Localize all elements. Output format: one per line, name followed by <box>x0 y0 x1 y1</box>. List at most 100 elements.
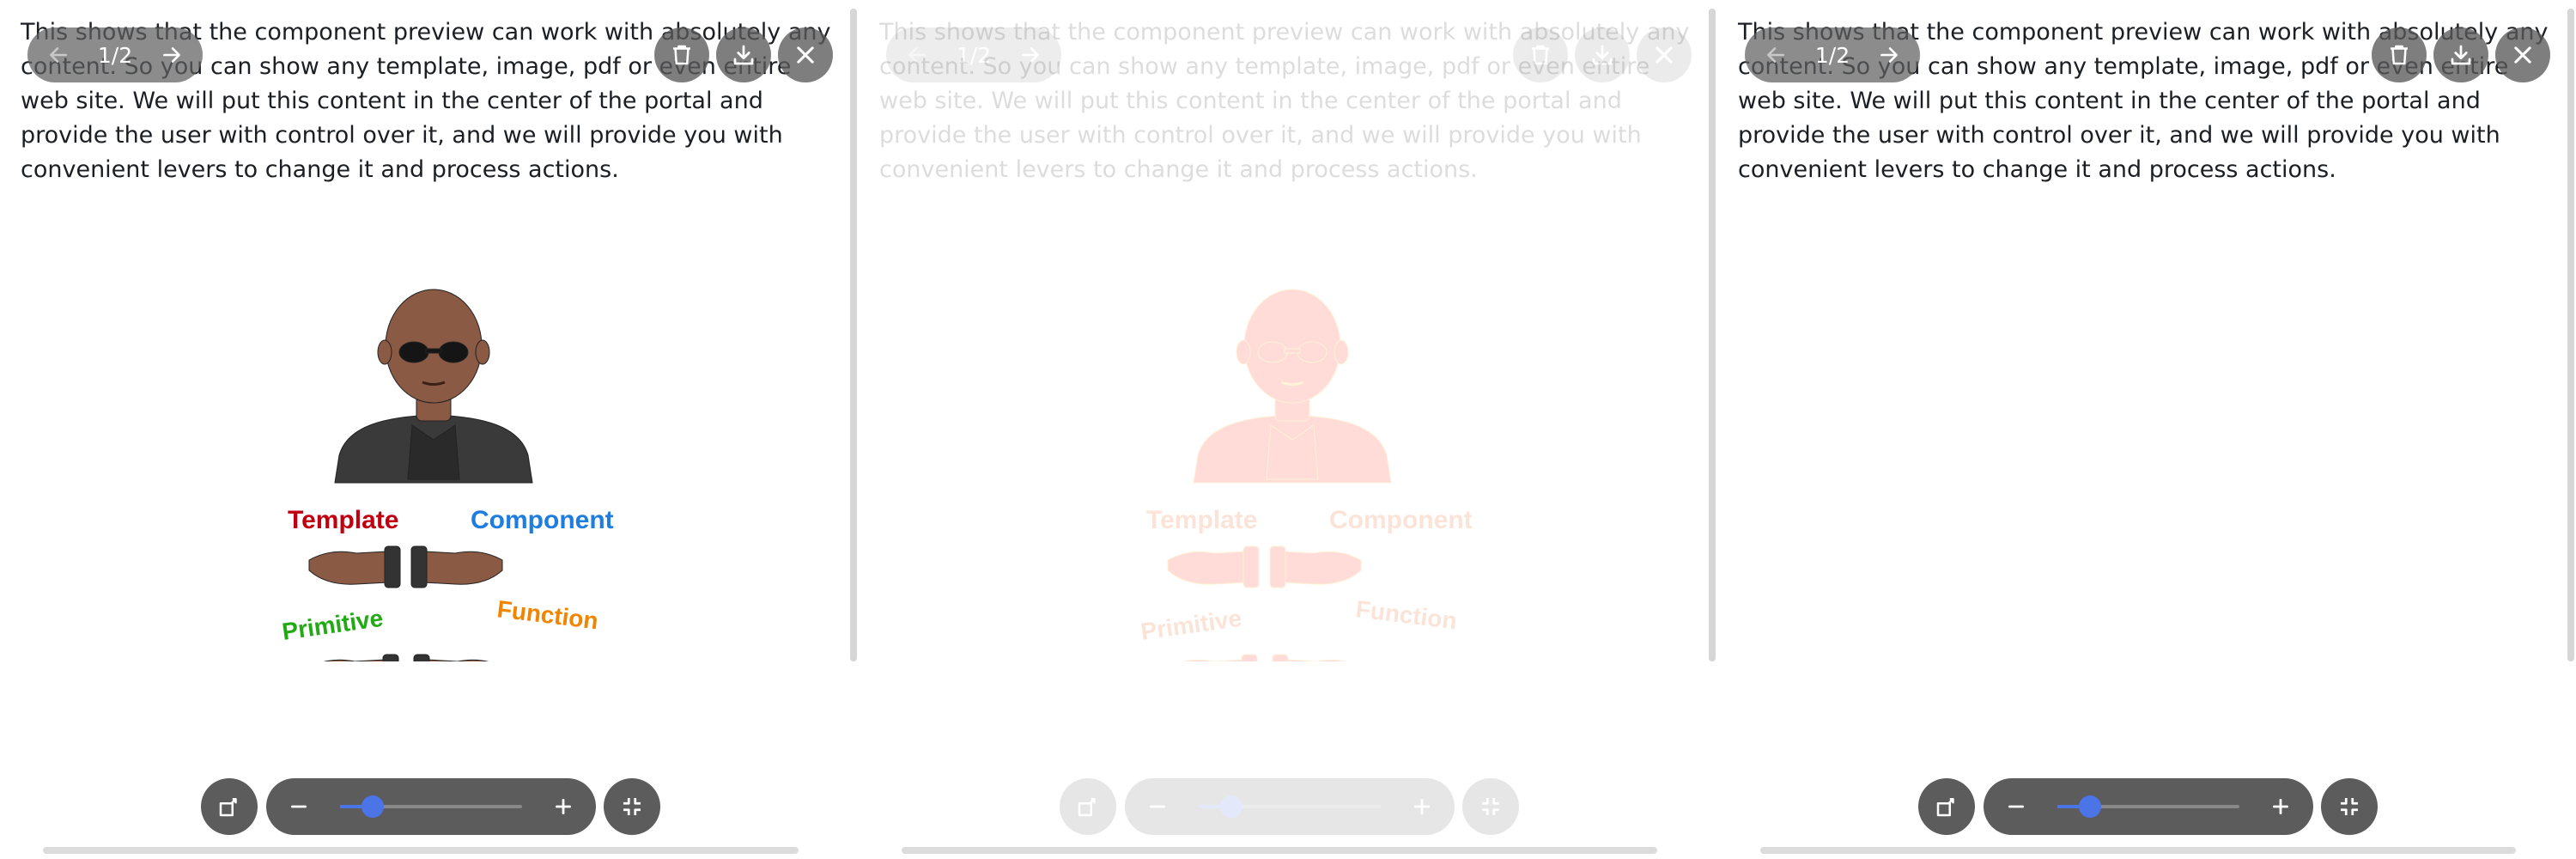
zoom-in-button[interactable] <box>543 786 584 827</box>
page-indicator: 1/2 <box>1814 42 1850 68</box>
trash-icon <box>1532 45 1549 65</box>
minus-icon <box>291 805 307 808</box>
arrow-left-icon[interactable] <box>896 34 938 76</box>
close-button[interactable] <box>778 27 833 82</box>
close-icon <box>2514 46 2531 64</box>
close-icon <box>1656 46 1673 64</box>
rotate-icon <box>1936 798 1954 817</box>
hand-template <box>1167 545 1260 588</box>
download-button[interactable] <box>716 27 771 82</box>
zoom-slider[interactable] <box>2057 795 2239 818</box>
rotate-button[interactable] <box>1060 778 1116 835</box>
label-function: Function <box>1354 595 1458 634</box>
hand-template <box>308 545 401 588</box>
plus-icon <box>556 799 571 814</box>
rotate-button[interactable] <box>1918 778 1975 835</box>
pagination: 1/2 <box>886 27 1061 82</box>
preview-content: This shows that the component preview ca… <box>0 0 848 697</box>
rotate-icon <box>219 798 237 817</box>
zoom-out-button[interactable] <box>1996 786 2037 827</box>
zoom-in-button[interactable] <box>2260 786 2301 827</box>
trash-icon <box>2391 45 2408 65</box>
close-icon <box>797 46 814 64</box>
hand-component <box>410 545 503 588</box>
trash-icon <box>673 45 690 65</box>
hand-function <box>413 654 506 697</box>
rotate-icon <box>1078 798 1096 817</box>
rotate-button[interactable] <box>201 778 258 835</box>
pagination: 1/2 <box>1745 27 1920 82</box>
page-indicator: 1/2 <box>956 42 992 68</box>
download-icon <box>733 45 754 65</box>
label-primitive: Primitive <box>281 605 385 645</box>
preview-panel-empty: This shows that the component preview ca… <box>1717 0 2574 859</box>
fullscreen-button[interactable] <box>1462 778 1519 835</box>
label-function: Function <box>495 595 599 634</box>
preview-content: This shows that the component preview ca… <box>859 0 1707 697</box>
page-indicator: 1/2 <box>97 42 133 68</box>
zoom-control <box>266 778 596 835</box>
label-component: Component <box>1329 506 1473 534</box>
preview-header: 1/2 <box>27 27 836 82</box>
zoom-slider-thumb[interactable] <box>361 795 385 818</box>
delete-button[interactable] <box>1513 27 1568 82</box>
person-illustration <box>1193 289 1392 484</box>
zoom-slider-thumb[interactable] <box>2079 795 2102 818</box>
horizontal-scrollbar[interactable] <box>1760 847 2516 854</box>
pagination: 1/2 <box>27 27 203 82</box>
horizontal-scrollbar[interactable] <box>902 847 1657 854</box>
zoom-control <box>1984 778 2313 835</box>
close-button[interactable] <box>1637 27 1692 82</box>
collapse-icon <box>623 798 641 815</box>
zoom-slider-thumb[interactable] <box>1220 795 1243 818</box>
vertical-scrollbar[interactable] <box>2567 9 2574 661</box>
plus-icon <box>1414 799 1430 814</box>
collapse-icon <box>2341 798 2358 815</box>
label-component: Component <box>471 506 614 534</box>
preview-footer <box>859 778 1716 837</box>
vertical-scrollbar[interactable] <box>1709 9 1716 661</box>
download-icon <box>1592 45 1613 65</box>
plus-icon <box>2273 799 2288 814</box>
preview-header: 1/2 <box>1745 27 2554 82</box>
collapse-icon <box>1482 798 1499 815</box>
fullscreen-button[interactable] <box>604 778 660 835</box>
arrow-right-icon[interactable] <box>1010 34 1051 76</box>
download-button[interactable] <box>2433 27 2488 82</box>
hand-component <box>1269 545 1362 588</box>
minus-icon <box>1150 805 1165 808</box>
preview-footer <box>0 778 857 837</box>
delete-button[interactable] <box>2372 27 2427 82</box>
label-template: Template <box>1146 506 1257 534</box>
arrow-left-icon[interactable] <box>38 34 79 76</box>
preview-panel-loading: This shows that the component preview ca… <box>859 0 1716 859</box>
horizontal-scrollbar[interactable] <box>43 847 799 854</box>
label-primitive: Primitive <box>1139 605 1243 645</box>
download-icon <box>2451 45 2471 65</box>
zoom-slider[interactable] <box>1199 795 1381 818</box>
delete-button[interactable] <box>654 27 709 82</box>
hand-primitive <box>307 654 399 697</box>
preview-illustration: Template Component Primitive Function <box>1082 249 1511 697</box>
hand-primitive <box>1165 654 1258 697</box>
zoom-in-button[interactable] <box>1401 786 1443 827</box>
arrow-left-icon[interactable] <box>1755 34 1796 76</box>
person-illustration <box>334 289 533 484</box>
label-template: Template <box>288 506 398 534</box>
preview-header: 1/2 <box>886 27 1695 82</box>
fullscreen-button[interactable] <box>2321 778 2378 835</box>
preview-footer <box>1717 778 2574 837</box>
minus-icon <box>2008 805 2024 808</box>
download-button[interactable] <box>1575 27 1630 82</box>
vertical-scrollbar[interactable] <box>850 9 857 661</box>
arrow-right-icon[interactable] <box>151 34 192 76</box>
arrow-right-icon[interactable] <box>1868 34 1910 76</box>
preview-illustration: Template Component Primitive Function <box>223 249 653 697</box>
zoom-control <box>1125 778 1455 835</box>
zoom-out-button[interactable] <box>1137 786 1178 827</box>
preview-content: This shows that the component preview ca… <box>1717 0 2566 661</box>
close-button[interactable] <box>2495 27 2550 82</box>
hand-function <box>1272 654 1364 697</box>
zoom-slider[interactable] <box>340 795 522 818</box>
zoom-out-button[interactable] <box>278 786 319 827</box>
